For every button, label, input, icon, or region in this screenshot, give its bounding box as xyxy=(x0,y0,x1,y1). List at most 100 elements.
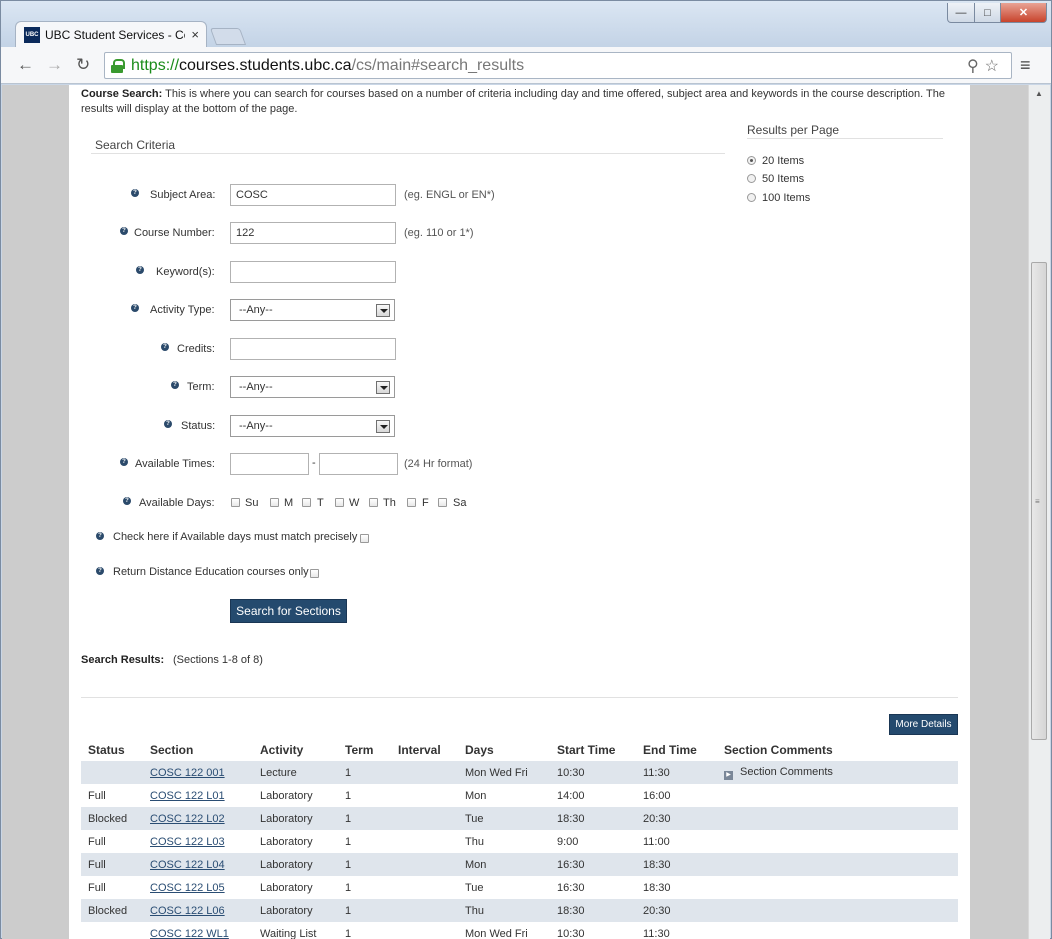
radio-50-items[interactable] xyxy=(747,174,756,183)
forward-arrow-icon[interactable]: → xyxy=(46,55,63,75)
page-viewport: Course Search: This is where you can sea… xyxy=(2,85,1028,939)
label-100-items: 100 Items xyxy=(762,192,811,204)
col-activity[interactable]: Activity xyxy=(253,738,338,761)
keywords-input[interactable] xyxy=(230,261,396,283)
browser-tab[interactable]: UBC UBC Student Services - Co × xyxy=(15,21,207,48)
day-label-su: Su xyxy=(245,497,259,509)
day-checkbox-m[interactable] xyxy=(270,498,279,507)
radio-100-items[interactable] xyxy=(747,193,756,202)
help-icon[interactable]: ? xyxy=(123,497,131,505)
help-icon[interactable]: ? xyxy=(96,567,104,575)
col-start-time[interactable]: Start Time xyxy=(550,738,636,761)
activity-type-select[interactable]: --Any-- xyxy=(230,299,395,321)
term-select[interactable]: --Any-- xyxy=(230,376,395,398)
subject-area-hint: (eg. ENGL or EN*) xyxy=(404,189,495,201)
day-checkbox-sa[interactable] xyxy=(438,498,447,507)
day-checkbox-t[interactable] xyxy=(302,498,311,507)
section-link[interactable]: COSC 122 001 xyxy=(150,767,225,779)
col-term[interactable]: Term xyxy=(338,738,391,761)
cell-interval xyxy=(391,876,458,899)
col-status[interactable]: Status xyxy=(81,738,143,761)
help-icon[interactable]: ? xyxy=(131,304,139,312)
status-value: --Any-- xyxy=(239,420,273,432)
cell-term: 1 xyxy=(345,835,352,848)
new-tab-button[interactable] xyxy=(209,28,247,45)
end-time-input[interactable] xyxy=(319,453,398,475)
expand-arrow-icon[interactable]: ▶ xyxy=(724,770,733,780)
section-comments-link[interactable]: Section Comments xyxy=(740,766,833,778)
back-arrow-icon[interactable]: ← xyxy=(17,55,34,75)
help-icon[interactable]: ? xyxy=(171,381,179,389)
cell-days: Mon Wed Fri xyxy=(458,761,550,784)
match-days-checkbox[interactable] xyxy=(360,534,369,543)
cell-activity: Laboratory xyxy=(260,881,313,894)
section-link[interactable]: COSC 122 L06 xyxy=(150,905,225,917)
cell-start: 14:00 xyxy=(557,789,585,802)
cell-start: 10:30 xyxy=(550,761,636,784)
col-section-comments[interactable]: Section Comments xyxy=(717,738,958,761)
search-for-sections-button[interactable]: Search for Sections xyxy=(230,599,347,623)
search-star-icons[interactable]: ⚲☆ xyxy=(967,56,1005,76)
results-header-row: Status Section Activity Term Interval Da… xyxy=(81,738,958,761)
vertical-scrollbar[interactable]: ▲ ≡ xyxy=(1028,85,1050,939)
help-icon[interactable]: ? xyxy=(164,420,172,428)
section-link[interactable]: COSC 122 L05 xyxy=(150,882,225,894)
more-details-button[interactable]: More Details xyxy=(889,714,958,735)
help-icon[interactable]: ? xyxy=(161,343,169,351)
credits-input[interactable] xyxy=(230,338,396,360)
scrollbar-thumb[interactable]: ≡ xyxy=(1031,262,1047,740)
help-icon[interactable]: ? xyxy=(120,227,128,235)
minimize-button[interactable]: — xyxy=(947,3,975,23)
cell-section: COSC 122 WL1 xyxy=(143,922,253,939)
col-days[interactable]: Days xyxy=(458,738,550,761)
chrome-menu-icon[interactable]: ≡ xyxy=(1020,56,1034,74)
day-checkbox-f[interactable] xyxy=(407,498,416,507)
status-select[interactable]: --Any-- xyxy=(230,415,395,437)
day-label-f: F xyxy=(422,497,429,509)
reload-icon[interactable]: ↻ xyxy=(76,55,90,75)
section-link[interactable]: COSC 122 WL1 xyxy=(150,928,229,939)
section-link[interactable]: COSC 122 L03 xyxy=(150,836,225,848)
scroll-up-arrow-icon[interactable]: ▲ xyxy=(1035,89,1043,98)
cell-activity: Laboratory xyxy=(253,853,338,876)
available-days-label: Available Days: xyxy=(139,497,215,509)
course-number-hint: (eg. 110 or 1*) xyxy=(404,227,474,239)
intro-lead: Course Search: xyxy=(81,88,163,100)
table-row: Full COSC 122 L05 Laboratory 1 Tue 16:30… xyxy=(81,876,958,899)
section-link[interactable]: COSC 122 L01 xyxy=(150,790,225,802)
cell-comments xyxy=(717,899,958,922)
section-link[interactable]: COSC 122 L04 xyxy=(150,859,225,871)
address-bar[interactable]: https:// courses.students.ubc.ca /cs/mai… xyxy=(104,52,1012,79)
maximize-button[interactable]: □ xyxy=(974,3,1001,23)
help-icon[interactable]: ? xyxy=(131,189,139,197)
cell-interval xyxy=(391,922,458,939)
help-icon[interactable]: ? xyxy=(120,458,128,466)
radio-20-items[interactable] xyxy=(747,156,756,165)
course-number-input[interactable]: 122 xyxy=(230,222,396,244)
tab-close-icon[interactable]: × xyxy=(191,27,199,42)
table-row: COSC 122 WL1 Waiting List 1 Mon Wed Fri … xyxy=(81,922,958,939)
day-checkbox-w[interactable] xyxy=(335,498,344,507)
start-time-input[interactable] xyxy=(230,453,309,475)
cell-term: 1 xyxy=(345,881,352,894)
day-checkbox-su[interactable] xyxy=(231,498,240,507)
cell-status: Full xyxy=(88,789,106,802)
chevron-down-icon xyxy=(376,420,390,433)
section-link[interactable]: COSC 122 L02 xyxy=(150,813,225,825)
help-icon[interactable]: ? xyxy=(96,532,104,540)
close-window-button[interactable]: ✕ xyxy=(1000,3,1047,23)
help-icon[interactable]: ? xyxy=(136,266,144,274)
cell-days: Thu xyxy=(458,899,550,922)
col-interval[interactable]: Interval xyxy=(391,738,458,761)
distance-education-checkbox[interactable] xyxy=(310,569,319,578)
day-checkbox-th[interactable] xyxy=(369,498,378,507)
col-end-time[interactable]: End Time xyxy=(636,738,717,761)
results-table: Status Section Activity Term Interval Da… xyxy=(81,738,958,939)
cell-term: 1 xyxy=(338,807,391,830)
cell-comments[interactable]: ▶ Section Comments xyxy=(717,761,958,784)
col-section[interactable]: Section xyxy=(143,738,253,761)
browser-toolbar: ← → ↻ https:// courses.students.ubc.ca /… xyxy=(1,47,1051,84)
cell-comments xyxy=(717,876,958,899)
term-value: --Any-- xyxy=(239,381,273,393)
subject-area-input[interactable]: COSC xyxy=(230,184,396,206)
